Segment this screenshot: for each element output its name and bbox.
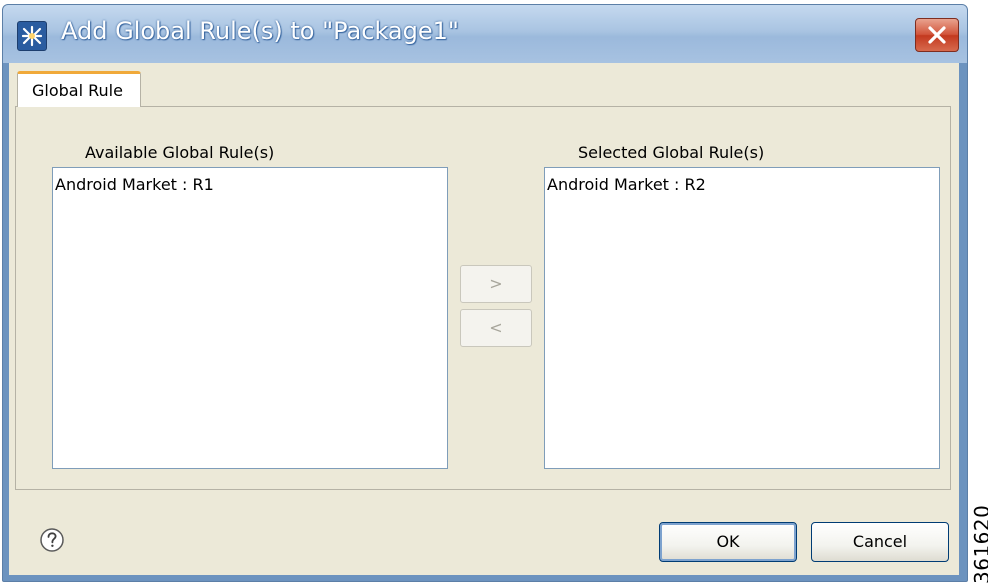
dialog-body: Global Rule Available Global Rule(s) And… — [9, 63, 959, 575]
available-rules-label: Available Global Rule(s) — [85, 143, 275, 162]
title-bar[interactable]: Add Global Rule(s) to "Package1" — [3, 5, 967, 63]
close-icon — [928, 26, 946, 44]
remove-rule-button[interactable]: < — [460, 309, 532, 347]
tab-global-rule[interactable]: Global Rule — [17, 71, 141, 107]
figure-code: 361620 — [970, 504, 988, 584]
selected-rules-list[interactable]: Android Market : R2 — [544, 167, 940, 469]
add-global-rules-dialog: Add Global Rule(s) to "Package1" Global … — [2, 4, 968, 582]
page: Add Global Rule(s) to "Package1" Global … — [0, 0, 988, 584]
list-item[interactable]: Android Market : R1 — [55, 175, 214, 194]
ok-button[interactable]: OK — [659, 522, 797, 562]
selected-rules-label: Selected Global Rule(s) — [578, 143, 765, 162]
tab-label: Global Rule — [32, 81, 123, 100]
dialog-title: Add Global Rule(s) to "Package1" — [61, 17, 459, 45]
close-button[interactable] — [915, 18, 959, 52]
add-rule-button[interactable]: > — [460, 265, 532, 303]
list-item[interactable]: Android Market : R2 — [547, 175, 706, 194]
help-icon — [40, 528, 64, 552]
help-button[interactable] — [39, 527, 65, 553]
package-icon — [17, 21, 47, 51]
tab-panel-global-rule: Available Global Rule(s) Android Market … — [15, 106, 951, 490]
available-rules-list[interactable]: Android Market : R1 — [52, 167, 448, 469]
cancel-button[interactable]: Cancel — [811, 522, 949, 562]
